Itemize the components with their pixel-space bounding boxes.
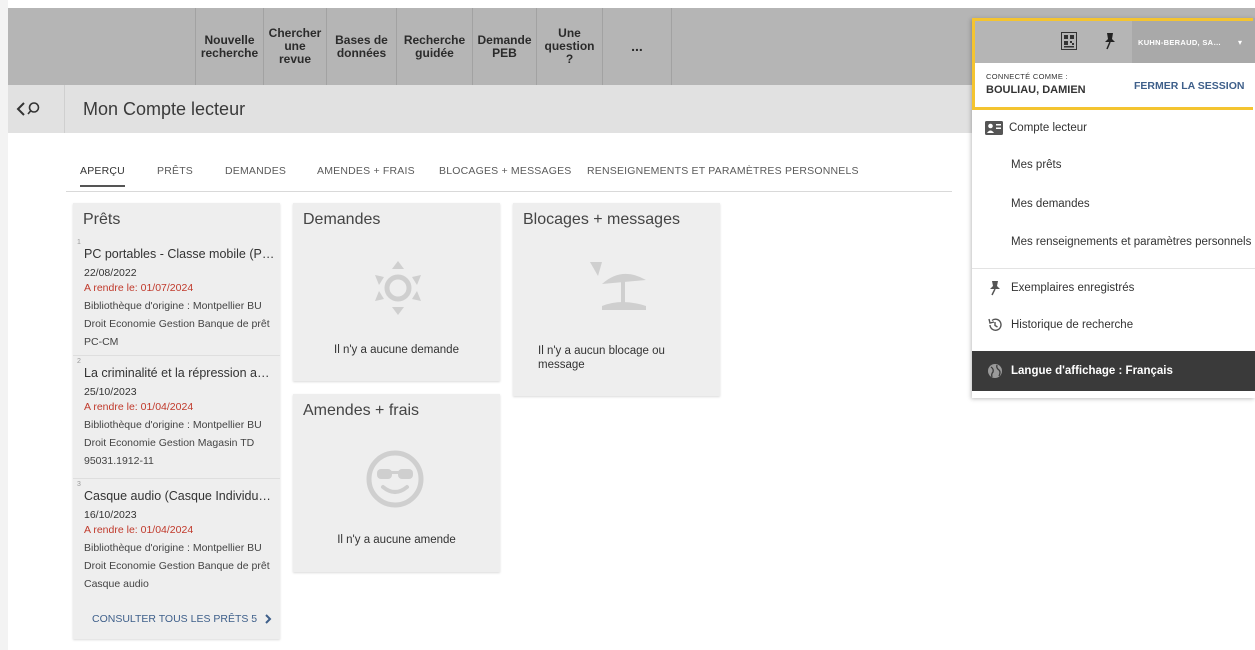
main-nav: Nouvelle recherche Chercher une revue Ba… xyxy=(195,8,672,85)
loan-location: Bibliothèque d'origine : Montpellier BU … xyxy=(84,542,270,590)
panel-toolbar: KUHN-BERAUD, SA… ▾ xyxy=(972,18,1255,63)
see-all-loans-link[interactable]: CONSULTER TOUS LES PRÊTS 5 xyxy=(92,613,273,625)
sunglasses-smiley-icon xyxy=(366,450,424,508)
loan-due-date: A rendre le: 01/07/2024 xyxy=(84,282,194,294)
history-icon xyxy=(988,318,1002,331)
nav-ill-request[interactable]: Demande PEB xyxy=(472,8,536,85)
requests-card: Demandes Il n'y a aucune demande xyxy=(293,203,500,381)
loan-number: 3 xyxy=(77,481,81,488)
loan-item[interactable]: 3 Casque audio (Casque Individu… 16/10/2… xyxy=(73,479,280,601)
left-strip xyxy=(0,0,8,650)
beach-umbrella-icon xyxy=(590,262,646,310)
globe-icon xyxy=(988,364,1002,378)
nav-ask-question[interactable]: Une question ? xyxy=(536,8,602,85)
tab-overview[interactable]: APERÇU xyxy=(80,165,125,187)
menu-saved-items-label: Exemplaires enregistrés xyxy=(1011,282,1135,294)
tab-personal-settings[interactable]: RENSEIGNEMENTS ET PARAMÈTRES PERSONNELS xyxy=(587,165,859,177)
user-short-name: KUHN-BERAUD, SA… xyxy=(1138,38,1222,47)
loan-item[interactable]: 2 La criminalité et la répression a… 25/… xyxy=(73,356,280,479)
back-search-icon xyxy=(16,102,40,116)
connected-user-name: BOULIAU, DAMIEN xyxy=(986,84,1086,96)
account-tabs: APERÇU PRÊTS DEMANDES AMENDES + FRAIS BL… xyxy=(66,160,952,192)
header-divider xyxy=(64,85,65,133)
connected-as-label: CONNECTÉ COMME : xyxy=(986,72,1068,81)
id-card-icon xyxy=(985,121,1003,135)
loan-title[interactable]: La criminalité et la répression a… xyxy=(84,366,277,380)
loan-number: 1 xyxy=(77,239,81,246)
nav-new-search[interactable]: Nouvelle recherche xyxy=(195,8,263,85)
caret-down-icon: ▾ xyxy=(1238,38,1243,47)
tab-loans[interactable]: PRÊTS xyxy=(157,165,193,177)
back-to-search-button[interactable] xyxy=(16,95,50,123)
logout-button[interactable]: FERMER LA SESSION xyxy=(1134,80,1244,92)
loans-card-title[interactable]: Prêts xyxy=(83,211,120,229)
loans-card: Prêts 1 PC portables - Classe mobile (P…… xyxy=(73,203,280,639)
fines-card-title[interactable]: Amendes + frais xyxy=(303,402,419,420)
loan-item[interactable]: 1 PC portables - Classe mobile (P… 22/08… xyxy=(73,237,280,356)
user-account-dropdown[interactable]: KUHN-BERAUD, SA… ▾ xyxy=(1132,18,1255,63)
loan-date: 25/10/2023 xyxy=(84,386,137,398)
menu-personal-settings[interactable]: Mes renseignements et paramètres personn… xyxy=(972,223,1255,261)
chevron-right-icon xyxy=(265,614,272,624)
user-menu-panel: KUHN-BERAUD, SA… ▾ CONNECTÉ COMME : BOUL… xyxy=(972,18,1255,398)
loan-due-date: A rendre le: 01/04/2024 xyxy=(84,524,194,536)
menu-saved-items[interactable]: Exemplaires enregistrés xyxy=(972,269,1255,307)
page-title: Mon Compte lecteur xyxy=(83,99,246,119)
library-card-barcode-icon[interactable] xyxy=(1061,32,1077,50)
see-all-loans-label: CONSULTER TOUS LES PRÊTS 5 xyxy=(92,613,258,625)
tab-blocks[interactable]: BLOCAGES + MESSAGES xyxy=(439,165,571,177)
nav-more-button[interactable]: ... xyxy=(602,8,672,85)
pin-icon xyxy=(990,281,1000,296)
display-language-selector[interactable]: Langue d'affichage : Français xyxy=(972,351,1255,391)
tab-requests[interactable]: DEMANDES xyxy=(225,165,286,177)
loan-location: Bibliothèque d'origine : Montpellier BU … xyxy=(84,300,270,348)
loan-title[interactable]: Casque audio (Casque Individu… xyxy=(84,489,277,503)
blocks-card: Blocages + messages Il n'y a aucun bloca… xyxy=(513,203,720,396)
nav-databases[interactable]: Bases de données xyxy=(326,8,396,85)
loan-due-date: A rendre le: 01/04/2024 xyxy=(84,401,194,413)
loan-number: 2 xyxy=(77,358,81,365)
nav-find-journal[interactable]: Chercher une revue xyxy=(263,8,326,85)
pin-icon[interactable] xyxy=(1103,32,1117,50)
requests-empty-icon xyxy=(375,261,421,315)
loan-date: 16/10/2023 xyxy=(84,509,137,521)
menu-my-loans[interactable]: Mes prêts xyxy=(972,146,1255,184)
menu-patron-account-label: Compte lecteur xyxy=(1009,122,1087,134)
requests-empty-text: Il n'y a aucune demande xyxy=(334,344,459,356)
tab-fines[interactable]: AMENDES + FRAIS xyxy=(317,165,415,177)
menu-search-history-label: Historique de recherche xyxy=(1011,319,1134,331)
requests-card-title[interactable]: Demandes xyxy=(303,211,380,229)
loan-location: Bibliothèque d'origine : Montpellier BU … xyxy=(84,419,262,467)
display-language-label: Langue d'affichage : Français xyxy=(1011,365,1173,377)
session-info: CONNECTÉ COMME : BOULIAU, DAMIEN FERMER … xyxy=(972,63,1255,108)
menu-patron-account[interactable]: Compte lecteur xyxy=(972,109,1255,147)
blocks-empty-text: Il n'y a aucun blocage ou message xyxy=(538,345,665,371)
fines-card: Amendes + frais Il n'y a aucune amende xyxy=(293,394,500,572)
menu-my-requests[interactable]: Mes demandes xyxy=(972,185,1255,223)
menu-search-history[interactable]: Historique de recherche xyxy=(972,306,1255,344)
loan-date: 22/08/2022 xyxy=(84,267,137,279)
blocks-card-title[interactable]: Blocages + messages xyxy=(523,211,680,229)
fines-empty-text: Il n'y a aucune amende xyxy=(337,534,456,546)
nav-guided-search[interactable]: Recherche guidée xyxy=(396,8,472,85)
loan-title[interactable]: PC portables - Classe mobile (P… xyxy=(84,247,277,261)
